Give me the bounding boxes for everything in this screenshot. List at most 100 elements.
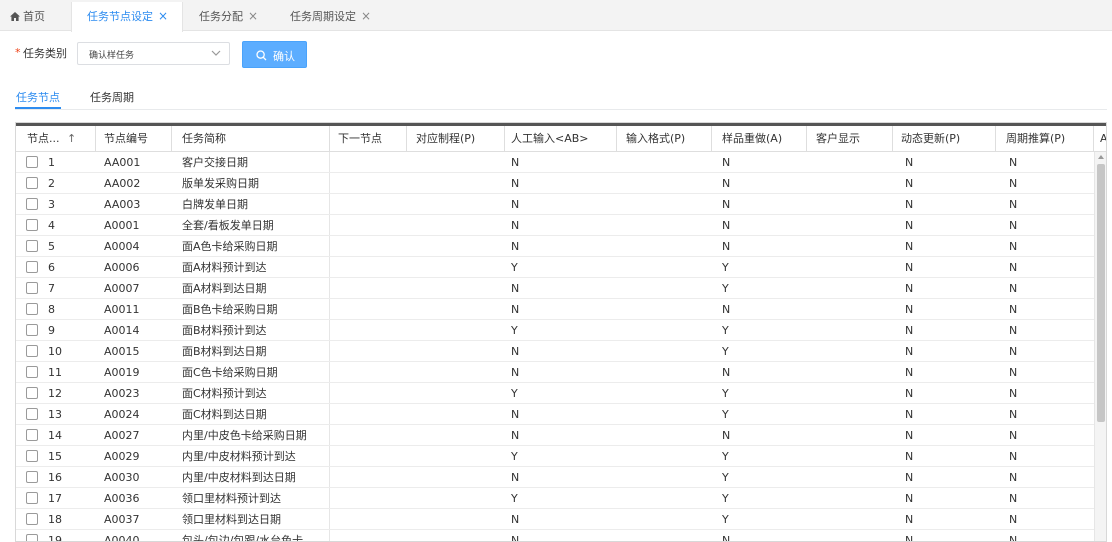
col-header-process[interactable]: 对应制程(P) bbox=[416, 126, 496, 152]
confirm-button[interactable]: 确认 bbox=[242, 41, 307, 68]
cell-dynamic-update: N bbox=[905, 387, 914, 400]
close-icon[interactable]: × bbox=[158, 9, 168, 23]
tab-task-assignment[interactable]: 任务分配 × bbox=[199, 2, 269, 31]
table-row[interactable]: 12 A0023 面C材料预计到达 Y Y N N bbox=[16, 383, 1094, 404]
cell-index: 10 bbox=[48, 345, 62, 358]
scrollbar-thumb[interactable] bbox=[1097, 164, 1105, 422]
row-checkbox[interactable] bbox=[26, 240, 38, 252]
table-row[interactable]: 9 A0014 面B材料预计到达 Y Y N N bbox=[16, 320, 1094, 341]
cell-code: A0014 bbox=[104, 324, 140, 337]
table-row[interactable]: 5 A0004 面A色卡给采购日期 N N N N bbox=[16, 236, 1094, 257]
cell-dynamic-update: N bbox=[905, 471, 914, 484]
cell-dynamic-update: N bbox=[905, 534, 914, 542]
table-row[interactable]: 1 AA001 客户交接日期 N N N N bbox=[16, 152, 1094, 173]
cell-manual-input: Y bbox=[511, 324, 518, 337]
table-row[interactable]: 10 A0015 面B材料到达日期 N Y N N bbox=[16, 341, 1094, 362]
close-icon[interactable]: × bbox=[361, 9, 371, 23]
subtab-task-cycle[interactable]: 任务周期 bbox=[90, 89, 134, 105]
row-checkbox[interactable] bbox=[26, 303, 38, 315]
cell-index: 11 bbox=[48, 366, 62, 379]
col-header-dynamic-update[interactable]: 动态更新(P) bbox=[901, 126, 991, 152]
table-row[interactable]: 8 A0011 面B色卡给采购日期 N N N N bbox=[16, 299, 1094, 320]
table-row[interactable]: 17 A0036 领口里材料预计到达 Y Y N N bbox=[16, 488, 1094, 509]
cell-index: 16 bbox=[48, 471, 62, 484]
table-row[interactable]: 15 A0029 内里/中皮材料预计到达 Y Y N N bbox=[16, 446, 1094, 467]
vertical-scrollbar[interactable] bbox=[1094, 152, 1106, 541]
sort-asc-icon[interactable]: ↑ bbox=[67, 132, 76, 145]
cell-sample-redo: Y bbox=[722, 471, 729, 484]
table-row[interactable]: 4 A0001 全套/看板发单日期 N N N N bbox=[16, 215, 1094, 236]
subtab-divider bbox=[15, 109, 1107, 110]
row-checkbox[interactable] bbox=[26, 408, 38, 420]
col-header-next-node[interactable]: 下一节点 bbox=[338, 126, 408, 152]
col-header-customer-display[interactable]: 客户显示 bbox=[816, 126, 886, 152]
cell-dynamic-update: N bbox=[905, 408, 914, 421]
tab-task-node-setting[interactable]: 任务节点设定 × bbox=[71, 2, 183, 32]
cell-cycle-calc: N bbox=[1009, 366, 1018, 379]
task-category-value: 确认样任务 bbox=[89, 51, 135, 61]
row-checkbox[interactable] bbox=[26, 345, 38, 357]
cell-code: A0040 bbox=[104, 534, 140, 542]
table-row[interactable]: 2 AA002 版单发采购日期 N N N N bbox=[16, 173, 1094, 194]
row-checkbox[interactable] bbox=[26, 534, 38, 541]
task-category-select[interactable]: 确认样任务 bbox=[77, 42, 230, 65]
cell-cycle-calc: N bbox=[1009, 261, 1018, 274]
tab-home[interactable]: 首页 bbox=[10, 2, 62, 31]
col-header-input-format[interactable]: 输入格式(P) bbox=[626, 126, 706, 152]
col-header-more[interactable]: A bbox=[1100, 126, 1106, 152]
row-checkbox[interactable] bbox=[26, 324, 38, 336]
cell-dynamic-update: N bbox=[905, 492, 914, 505]
header-separator bbox=[711, 126, 712, 152]
table-row[interactable]: 14 A0027 内里/中皮色卡给采购日期 N N N N bbox=[16, 425, 1094, 446]
table-row[interactable]: 6 A0006 面A材料预计到达 Y Y N N bbox=[16, 257, 1094, 278]
row-checkbox[interactable] bbox=[26, 387, 38, 399]
cell-cycle-calc: N bbox=[1009, 240, 1018, 253]
col-header-sample-redo[interactable]: 样品重做(A) bbox=[722, 126, 802, 152]
cell-index: 5 bbox=[48, 240, 55, 253]
search-icon bbox=[256, 50, 267, 61]
table-row[interactable]: 19 A0040 包头/包边/包跟/水台色卡 N N N N bbox=[16, 530, 1094, 542]
grid-body: 1 AA001 客户交接日期 N N N N 2 AA002 版单发采购日期 N N N N 3 AA003 白… bbox=[16, 152, 1094, 542]
table-row[interactable]: 7 A0007 面A材料到达日期 N Y N N bbox=[16, 278, 1094, 299]
close-icon[interactable]: × bbox=[248, 9, 258, 23]
row-checkbox[interactable] bbox=[26, 366, 38, 378]
row-checkbox[interactable] bbox=[26, 198, 38, 210]
table-row[interactable]: 16 A0030 内里/中皮材料到达日期 N Y N N bbox=[16, 467, 1094, 488]
col-header-index[interactable]: 节点... ↑ bbox=[27, 126, 97, 152]
cell-code: A0007 bbox=[104, 282, 140, 295]
cell-sample-redo: N bbox=[722, 303, 731, 316]
col-header-cycle-calc[interactable]: 周期推算(P) bbox=[1006, 126, 1086, 152]
table-row[interactable]: 18 A0037 领口里材料到达日期 N Y N N bbox=[16, 509, 1094, 530]
row-checkbox[interactable] bbox=[26, 429, 38, 441]
scroll-up-icon[interactable] bbox=[1098, 155, 1104, 159]
row-checkbox[interactable] bbox=[26, 177, 38, 189]
col-header-name[interactable]: 任务简称 bbox=[182, 126, 322, 152]
cell-sample-redo: N bbox=[722, 177, 731, 190]
row-checkbox[interactable] bbox=[26, 261, 38, 273]
row-checkbox[interactable] bbox=[26, 492, 38, 504]
table-row[interactable]: 3 AA003 白牌发单日期 N N N N bbox=[16, 194, 1094, 215]
row-checkbox[interactable] bbox=[26, 471, 38, 483]
cell-sample-redo: N bbox=[722, 366, 731, 379]
header-separator bbox=[406, 126, 407, 152]
tab-task-cycle-setting[interactable]: 任务周期设定 × bbox=[290, 2, 380, 31]
cell-manual-input: N bbox=[511, 345, 520, 358]
row-checkbox[interactable] bbox=[26, 156, 38, 168]
col-header-manual-input[interactable]: 人工输入<AB> bbox=[511, 126, 611, 152]
cell-name: 面C色卡给采购日期 bbox=[182, 366, 278, 379]
row-checkbox[interactable] bbox=[26, 450, 38, 462]
table-row[interactable]: 11 A0019 面C色卡给采购日期 N N N N bbox=[16, 362, 1094, 383]
subtab-task-node[interactable]: 任务节点 bbox=[16, 89, 60, 105]
col-header-index-label: 节点... bbox=[27, 132, 60, 145]
cell-index: 17 bbox=[48, 492, 62, 505]
row-checkbox[interactable] bbox=[26, 219, 38, 231]
col-header-code[interactable]: 节点编号 bbox=[104, 126, 174, 152]
header-separator bbox=[806, 126, 807, 152]
header-separator bbox=[504, 126, 505, 152]
table-row[interactable]: 13 A0024 面C材料到达日期 N Y N N bbox=[16, 404, 1094, 425]
cell-code: A0015 bbox=[104, 345, 140, 358]
cell-sample-redo: Y bbox=[722, 450, 729, 463]
row-checkbox[interactable] bbox=[26, 513, 38, 525]
row-checkbox[interactable] bbox=[26, 282, 38, 294]
cell-index: 2 bbox=[48, 177, 55, 190]
